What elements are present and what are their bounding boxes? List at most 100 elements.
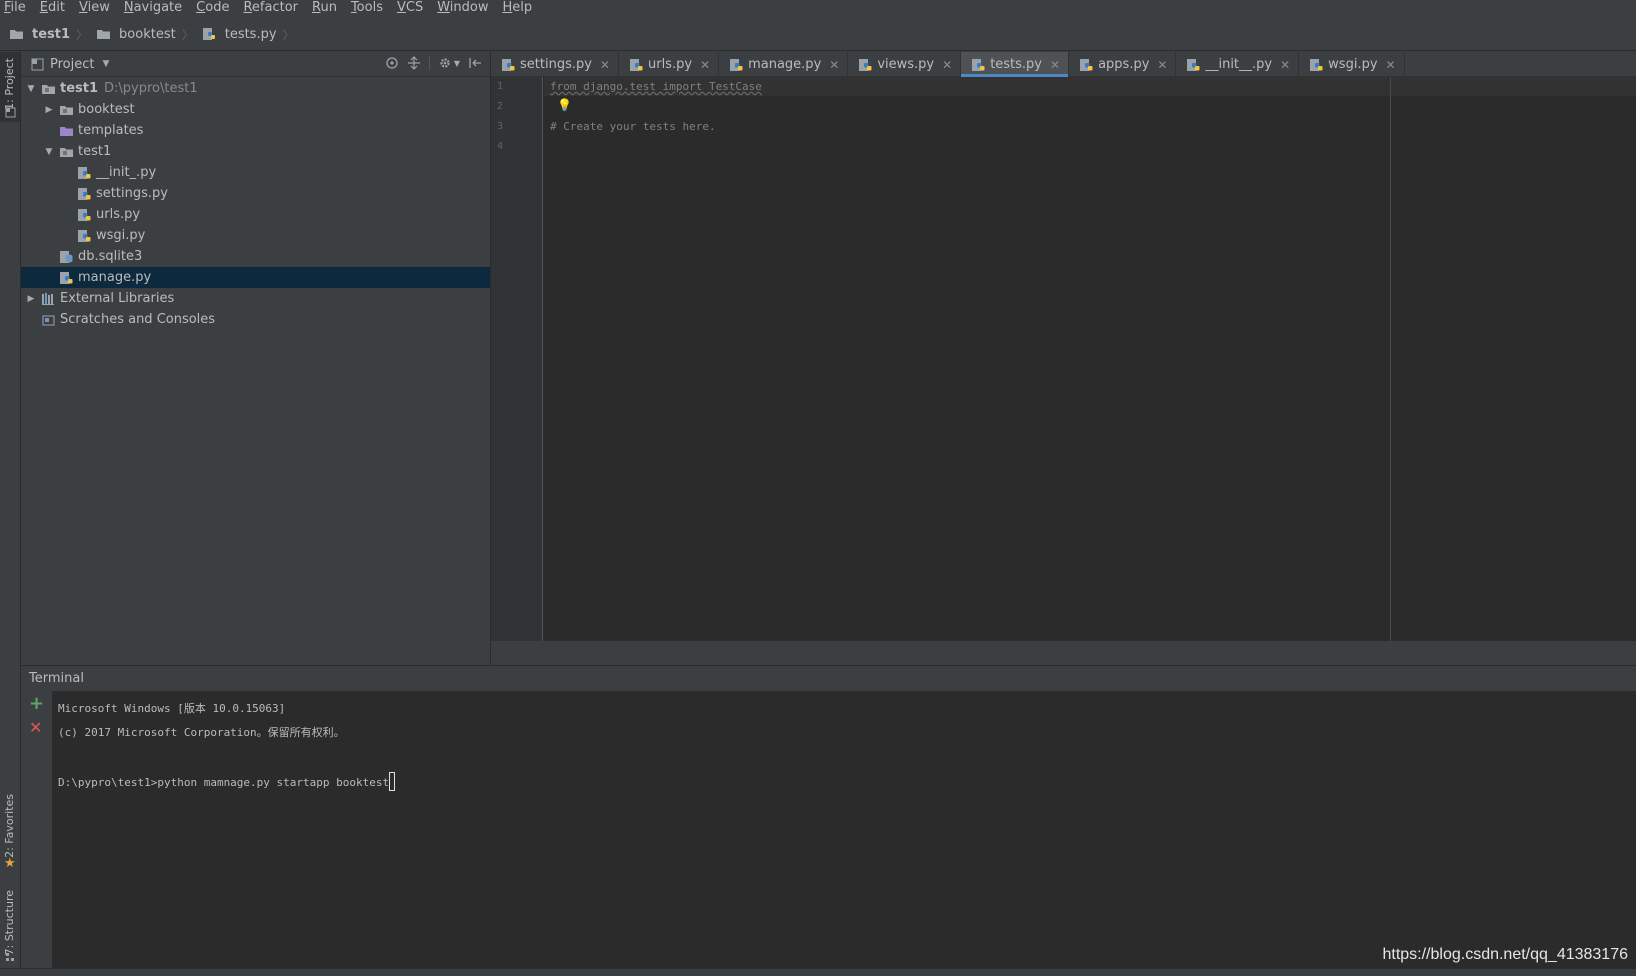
project-tree: ▼ test1 D:\pypro\test1 ▶ booktest templates ▼ t…	[21, 77, 490, 330]
project-tool-button[interactable]: 1: Project	[0, 52, 20, 122]
toolbar-divider	[428, 56, 430, 70]
menu-item[interactable]: Run	[305, 0, 344, 16]
breadcrumb-separator: 〉	[282, 27, 295, 42]
project-panel: Project ▼ ▼ ▼ test1 D:\pypro\test1 ▶ booktes…	[21, 52, 491, 665]
close-tab-icon[interactable]: ✕	[600, 58, 610, 72]
menu-item[interactable]: VCS	[390, 0, 430, 16]
tab-label: manage.py	[748, 57, 822, 72]
python-file-icon	[502, 58, 515, 71]
tree-item[interactable]: __init_.py	[21, 162, 490, 183]
chevron-down-icon[interactable]: ▼	[102, 59, 109, 69]
structure-icon	[6, 953, 14, 961]
editor-tab[interactable]: wsgi.py ✕	[1299, 52, 1405, 77]
gear-dropdown-icon[interactable]: ▼	[454, 59, 460, 68]
favorites-tool-button[interactable]: 2: Favorites ★	[0, 794, 20, 874]
menu-label: ile	[10, 0, 26, 15]
tree-item[interactable]: templates	[21, 120, 490, 141]
watermark-url: https://blog.csdn.net/qq_41383176	[1382, 946, 1628, 963]
breadcrumb-file-label: tests.py	[224, 26, 277, 42]
editor-tab[interactable]: __init__.py ✕	[1176, 52, 1300, 77]
tree-item[interactable]: manage.py	[21, 267, 490, 288]
templates-folder-icon	[60, 126, 73, 136]
tree-item[interactable]: ▶ External Libraries	[21, 288, 490, 309]
menu-label: iew	[87, 0, 110, 15]
menu-mnemonic: H	[502, 0, 513, 15]
editor-bottom-strip	[491, 641, 1636, 665]
breadcrumb: test1 〉 booktest 〉 tests.py 〉	[0, 18, 1636, 51]
editor-tab[interactable]: views.py ✕	[848, 52, 962, 77]
lightbulb-icon[interactable]: 💡	[557, 98, 572, 112]
close-tab-icon[interactable]: ✕	[1280, 58, 1290, 72]
editor-tab[interactable]: manage.py ✕	[719, 52, 849, 77]
breadcrumb-item-root[interactable]: test1	[9, 27, 70, 42]
tree-item[interactable]: wsgi.py	[21, 225, 490, 246]
tree-item[interactable]: settings.py	[21, 183, 490, 204]
terminal-output[interactable]: Microsoft Windows [版本 10.0.15063] (c) 201…	[53, 691, 1636, 968]
menu-label: efactor	[251, 0, 298, 15]
terminal-cursor	[389, 772, 396, 791]
hide-panel-icon[interactable]	[468, 56, 482, 70]
menu-item[interactable]: Navigate	[117, 0, 189, 16]
terminal-title: Terminal	[29, 671, 84, 686]
tree-item-label: urls.py	[96, 207, 141, 222]
python-file-icon	[78, 229, 91, 242]
python-file-icon	[730, 58, 743, 71]
close-tab-icon[interactable]: ✕	[700, 58, 710, 72]
tree-item[interactable]: ▼ test1 D:\pypro\test1	[21, 78, 490, 99]
menu-item[interactable]: File	[0, 0, 33, 16]
menu-item[interactable]: View	[72, 0, 117, 16]
tab-label: settings.py	[520, 57, 592, 72]
editor-tab[interactable]: settings.py ✕	[491, 52, 619, 77]
menu-item[interactable]: Edit	[33, 0, 72, 16]
tree-item-label: External Libraries	[60, 291, 175, 306]
expand-arrow-right-icon[interactable]: ▶	[43, 105, 55, 115]
close-tab-icon[interactable]: ✕	[1050, 58, 1060, 72]
menu-item[interactable]: Window	[430, 0, 495, 16]
project-panel-title[interactable]: Project	[50, 57, 94, 72]
tree-item[interactable]: ▶ booktest	[21, 99, 490, 120]
close-tab-icon[interactable]: ✕	[942, 58, 952, 72]
breadcrumb-item-file[interactable]: tests.py	[202, 27, 277, 42]
collapse-all-icon[interactable]	[407, 56, 421, 70]
tab-label: tests.py	[990, 57, 1043, 72]
tab-label: wsgi.py	[1328, 57, 1378, 72]
folder-icon	[97, 30, 111, 39]
code-editor[interactable]: 1 2 3 4 from django.test import TestCase 💡 # …	[491, 77, 1636, 641]
menu-bar: File Edit View Navigate Code Refactor Run Tools…	[0, 0, 1636, 16]
line-number: 3	[497, 121, 504, 132]
tree-item-label: Scratches and Consoles	[60, 312, 216, 327]
editor-tab[interactable]: urls.py ✕	[619, 52, 720, 77]
expand-arrow-right-icon[interactable]: ▶	[25, 294, 37, 304]
expand-arrow-down-icon[interactable]: ▼	[43, 147, 55, 157]
tree-item[interactable]: urls.py	[21, 204, 490, 225]
breadcrumb-item-folder[interactable]: booktest	[96, 27, 176, 42]
tree-item[interactable]: db.sqlite3	[21, 246, 490, 267]
expand-arrow-down-icon[interactable]: ▼	[25, 84, 37, 94]
editor-tab[interactable]: apps.py ✕	[1069, 52, 1177, 77]
terminal-line: Microsoft Windows [版本 10.0.15063]	[58, 700, 285, 716]
line-number: 2	[497, 101, 504, 112]
close-tab-icon[interactable]: ✕	[1386, 58, 1396, 72]
tree-item[interactable]: Scratches and Consoles	[21, 309, 490, 330]
code-line: from django.test import TestCase	[550, 80, 762, 93]
add-terminal-icon[interactable]: +	[29, 695, 44, 713]
close-tab-icon[interactable]: ✕	[1157, 58, 1167, 72]
close-terminal-icon[interactable]: ✕	[29, 719, 42, 737]
tree-item[interactable]: ▼ test1	[21, 141, 490, 162]
python-file-icon	[972, 58, 985, 71]
menu-item[interactable]: Help	[496, 0, 540, 16]
tree-item-label: templates	[78, 123, 144, 138]
editor-tab[interactable]: tests.py ✕	[961, 52, 1070, 77]
tree-item-label: __init_.py	[96, 165, 157, 180]
menu-label: indow	[449, 0, 489, 15]
menu-item[interactable]: Tools	[344, 0, 390, 16]
menu-item[interactable]: Code	[189, 0, 236, 16]
close-tab-icon[interactable]: ✕	[829, 58, 839, 72]
locate-icon[interactable]	[385, 56, 399, 70]
python-file-icon	[202, 28, 215, 40]
gear-icon[interactable]	[438, 56, 452, 70]
menu-item[interactable]: Refactor	[236, 0, 305, 16]
python-file-icon	[78, 208, 91, 221]
editor-gutter: 1 2 3 4	[491, 77, 543, 641]
structure-tool-button[interactable]: 7: Structure	[0, 890, 20, 970]
